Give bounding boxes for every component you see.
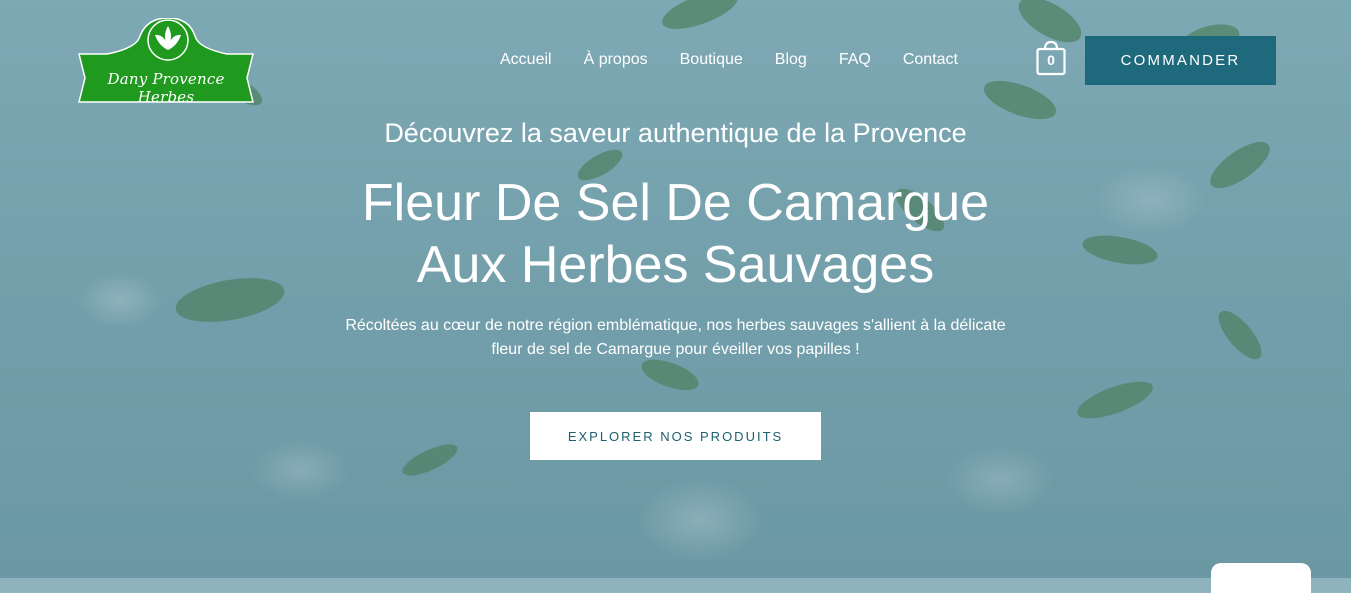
site-header: Dany Provence Herbes Accueil À propos Bo… — [0, 0, 1351, 120]
cart-button[interactable]: 0 — [1036, 40, 1066, 76]
commander-button[interactable]: COMMANDER — [1085, 36, 1276, 85]
hero-description: Récoltées au cœur de notre région emblém… — [345, 317, 1006, 358]
cart-count: 0 — [1047, 52, 1055, 68]
nav-item-boutique[interactable]: Boutique — [680, 50, 743, 70]
logo-text: Dany Provence Herbes — [107, 70, 225, 106]
hero-title-line-2: Aux Herbes Sauvages — [416, 236, 935, 294]
hero-subtitle: Découvrez la saveur authentique de la Pr… — [384, 118, 967, 148]
chat-widget-tab[interactable] — [1211, 563, 1311, 593]
nav-item-blog[interactable]: Blog — [775, 50, 807, 70]
nav-item-a-propos[interactable]: À propos — [584, 50, 648, 70]
hero-title: Fleur De Sel De Camargue Aux Herbes Sauv… — [0, 172, 1351, 296]
hero-title-line-1: Fleur De Sel De Camargue — [361, 174, 990, 232]
main-nav: Accueil À propos Boutique Blog FAQ Conta… — [500, 50, 990, 70]
explore-products-button[interactable]: EXPLORER NOS PRODUITS — [530, 412, 821, 460]
site-logo[interactable]: Dany Provence Herbes — [77, 17, 255, 106]
nav-item-faq[interactable]: FAQ — [839, 50, 871, 70]
nav-item-contact[interactable]: Contact — [903, 50, 958, 70]
nav-item-accueil[interactable]: Accueil — [500, 50, 552, 70]
